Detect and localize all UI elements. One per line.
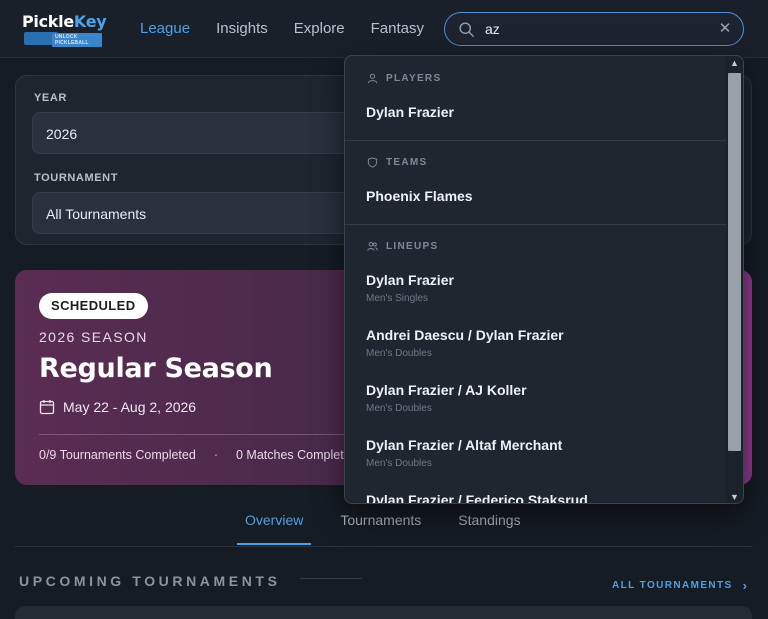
all-tournaments-label: ALL TOURNAMENTS xyxy=(612,580,733,591)
stats-separator: · xyxy=(213,448,218,462)
main-nav: League Insights Explore Fantasy xyxy=(140,20,424,37)
result-team[interactable]: Phoenix Flames xyxy=(345,181,727,224)
search-icon xyxy=(459,22,474,37)
league-tabs: Overview Tournaments Standings xyxy=(237,512,550,545)
scroll-up-icon[interactable]: ▲ xyxy=(726,56,743,71)
logo-tagline: UNLOCK PICKLEBALL xyxy=(52,33,102,47)
nav-insights[interactable]: Insights xyxy=(216,20,268,37)
tab-tournaments[interactable]: Tournaments xyxy=(332,512,429,545)
user-icon xyxy=(367,73,378,83)
shield-icon xyxy=(367,156,378,168)
result-lineup[interactable]: Andrei Daescu / Dylan Frazier Men's Doub… xyxy=(345,320,727,375)
scroll-down-icon[interactable]: ▼ xyxy=(726,490,743,503)
result-lineup[interactable]: Dylan Frazier / AJ Koller Men's Doubles xyxy=(345,375,727,430)
result-lineup[interactable]: Dylan Frazier Men's Singles xyxy=(345,265,727,320)
close-icon[interactable]: ✕ xyxy=(717,21,733,37)
calendar-icon xyxy=(39,400,55,415)
chevron-right-icon: › xyxy=(742,578,749,593)
upcoming-tournament-card[interactable] xyxy=(15,606,752,619)
tournament-label: TOURNAMENT xyxy=(34,172,119,184)
nav-league[interactable]: League xyxy=(140,20,190,37)
top-header: PickleKey UNLOCK PICKLEBALL League Insig… xyxy=(0,0,768,58)
result-lineup[interactable]: Dylan Frazier / Altaf Merchant Men's Dou… xyxy=(345,430,727,485)
section-header-lineups: LINEUPS xyxy=(345,225,727,265)
tab-standings[interactable]: Standings xyxy=(450,512,528,545)
logo-wordmark: PickleKey xyxy=(22,12,107,31)
season-stats: 0/9 Tournaments Completed · 0 Matches Co… xyxy=(39,448,358,462)
search-input[interactable] xyxy=(485,19,705,39)
season-label: 2026 SEASON xyxy=(39,329,148,345)
season-title: Regular Season xyxy=(39,353,273,384)
result-player[interactable]: Dylan Frazier xyxy=(345,97,727,140)
heading-rule xyxy=(300,578,362,579)
section-header-players: PLAYERS xyxy=(345,57,727,97)
nav-explore[interactable]: Explore xyxy=(294,20,345,37)
tab-overview[interactable]: Overview xyxy=(237,512,312,545)
search-results-list: PLAYERS Dylan Frazier TEAMS Phoenix Flam… xyxy=(345,56,727,503)
search-box[interactable]: ✕ xyxy=(444,12,744,46)
nav-fantasy[interactable]: Fantasy xyxy=(371,20,424,37)
result-lineup[interactable]: Dylan Frazier / Federico Staksrud xyxy=(345,485,727,503)
tournaments-completed: 0/9 Tournaments Completed xyxy=(39,448,196,462)
tournament-select[interactable]: All Tournaments xyxy=(32,192,372,234)
users-icon xyxy=(367,241,378,251)
pickleкey-logo[interactable]: PickleKey UNLOCK PICKLEBALL xyxy=(22,12,107,47)
hero-divider xyxy=(39,434,359,435)
season-date-range: May 22 - Aug 2, 2026 xyxy=(63,399,197,415)
dropdown-scrollbar[interactable]: ▲ ▼ xyxy=(726,56,743,503)
tabs-divider xyxy=(15,546,752,547)
upcoming-tournaments-heading: UPCOMING TOURNAMENTS xyxy=(19,573,281,589)
search-results-dropdown: PLAYERS Dylan Frazier TEAMS Phoenix Flam… xyxy=(344,55,744,504)
all-tournaments-link[interactable]: ALL TOURNAMENTS › xyxy=(612,578,748,593)
scrollbar-thumb[interactable] xyxy=(728,73,741,451)
year-label: YEAR xyxy=(34,92,67,104)
season-dates: May 22 - Aug 2, 2026 xyxy=(39,399,196,415)
section-header-teams: TEAMS xyxy=(345,141,727,181)
status-badge: SCHEDULED xyxy=(39,293,148,319)
matches-completed: 0 Matches Completed xyxy=(235,448,358,462)
year-select[interactable]: 2026 xyxy=(32,112,372,154)
